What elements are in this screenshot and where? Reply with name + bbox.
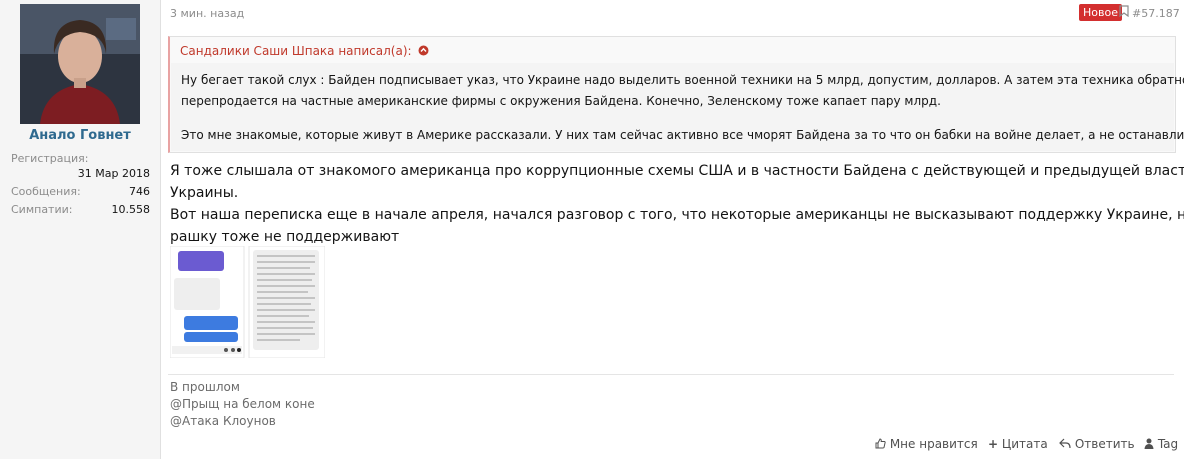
message-line: Вот наша переписка еще в начале апреля, … — [170, 207, 1184, 223]
quote-line: Это мне знакомые, которые живут в Америк… — [181, 128, 1184, 142]
reply-button[interactable]: Ответить — [1059, 437, 1135, 452]
new-badge: Новое — [1079, 4, 1122, 21]
username[interactable]: Анало Говнет — [0, 128, 160, 143]
signature-line: В прошлом — [170, 380, 240, 394]
expand-quote-icon[interactable] — [418, 45, 429, 59]
signature-line: @Прыщ на белом коне — [170, 397, 315, 411]
plus-icon: + — [988, 437, 999, 451]
registration-label: Регистрация: — [11, 152, 89, 165]
signature-separator — [168, 374, 1174, 375]
chat-screenshot-thumbnails[interactable] — [169, 245, 326, 359]
like-label: Мне нравится — [889, 437, 978, 451]
like-button[interactable]: Мне нравится — [875, 437, 978, 452]
quote-header-text[interactable]: Сандалики Саши Шпака написал(а): — [180, 44, 412, 58]
posts-label: Сообщения: — [11, 185, 81, 198]
likes-count: 10.558 — [111, 203, 151, 216]
reply-label: Ответить — [1074, 437, 1135, 451]
post-number[interactable]: #57.187 — [1132, 7, 1180, 20]
posts-count: 746 — [129, 185, 150, 198]
message-line: Украины. — [170, 185, 239, 201]
signature-line: @Атака Клоунов — [170, 414, 276, 428]
user-icon — [1144, 438, 1154, 452]
user-sidebar: Анало Говнет Регистрация: 31 Мар 2018 Со… — [0, 0, 161, 459]
quote-body: Ну бегает такой слух : Байден подписывае… — [171, 63, 1184, 151]
quote-block: Сандалики Саши Шпака написал(а): Ну бега… — [168, 36, 1184, 153]
quote-label: Цитата — [1001, 437, 1048, 451]
thumbs-up-icon — [875, 438, 886, 452]
bookmark-icon[interactable] — [1119, 5, 1129, 20]
avatar[interactable] — [20, 4, 140, 124]
registration-date: 31 Мар 2018 — [77, 167, 150, 180]
likes-label: Симпатии: — [11, 203, 73, 216]
reply-icon — [1059, 438, 1071, 452]
message-line: рашку тоже не поддерживают — [170, 229, 400, 245]
message-line: Я тоже слышала от знакомого американца п… — [170, 163, 1184, 179]
tag-button[interactable]: Tag — [1144, 437, 1178, 452]
quote-button[interactable]: + Цитата — [988, 437, 1048, 451]
tag-label: Tag — [1157, 437, 1179, 451]
post-time[interactable]: 3 мин. назад — [170, 7, 244, 20]
attachment-thumbnails — [169, 245, 326, 359]
quote-line: Ну бегает такой слух : Байден подписывае… — [181, 73, 1184, 87]
quote-header[interactable]: Сандалики Саши Шпака написал(а): — [180, 44, 429, 59]
quote-line: перепродается на частные американские фи… — [181, 94, 941, 108]
